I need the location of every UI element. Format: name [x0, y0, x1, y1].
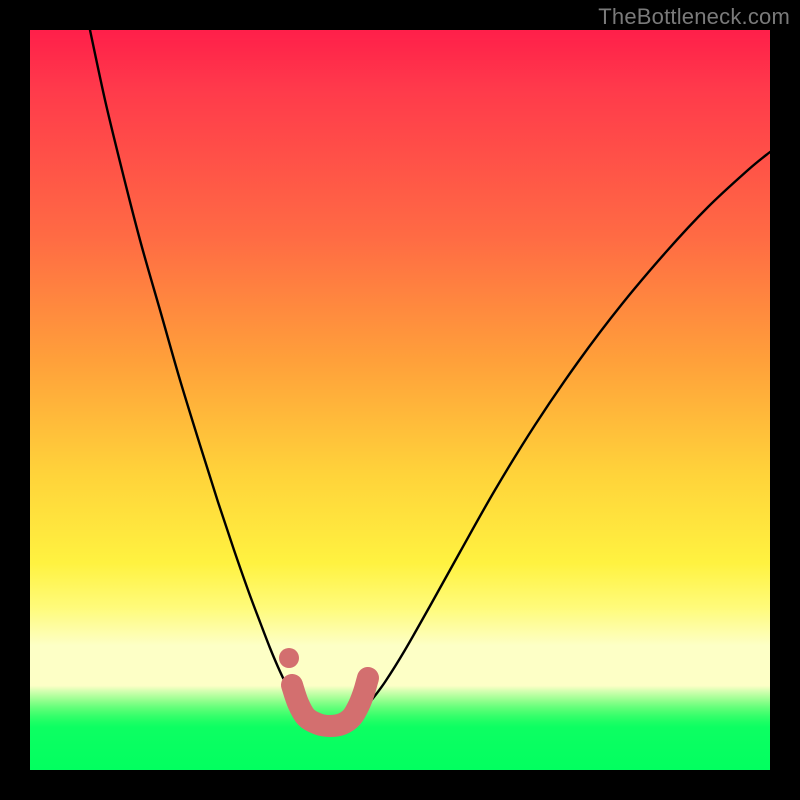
curve-left-branch — [90, 30, 300, 713]
optimal-zone-highlight — [292, 678, 368, 726]
chart-svg-layer — [30, 30, 770, 770]
curve-right-branch — [360, 152, 770, 713]
optimal-zone-dot — [279, 648, 299, 668]
watermark-text: TheBottleneck.com — [598, 4, 790, 30]
chart-plot-area — [30, 30, 770, 770]
